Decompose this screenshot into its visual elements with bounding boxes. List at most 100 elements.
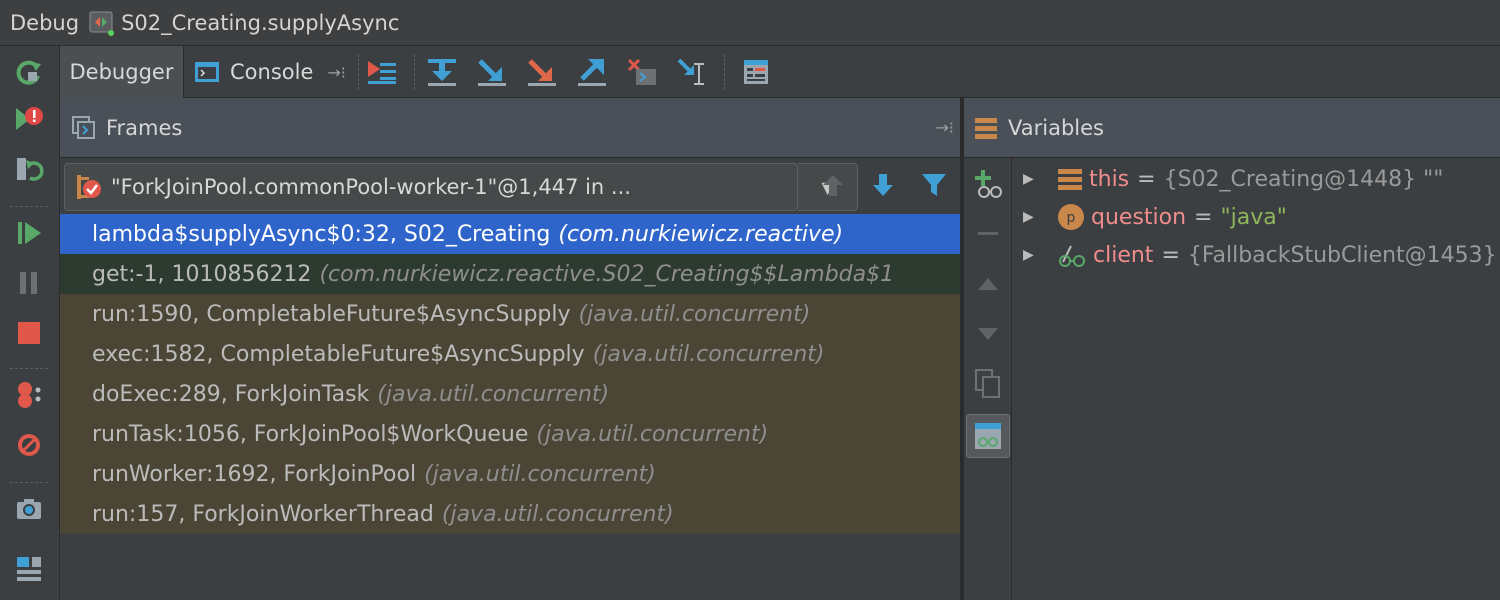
rerun-icon[interactable]	[12, 56, 46, 90]
frame-package: (java.util.concurrent)	[592, 341, 825, 367]
tab-label: Console	[230, 60, 314, 84]
frame-package: (java.util.concurrent)	[377, 381, 610, 407]
tab-debugger[interactable]: Debugger	[60, 46, 184, 98]
remove-watch-icon[interactable]	[970, 216, 1006, 252]
debug-label: Debug	[10, 10, 80, 35]
breakpoint-exception-icon[interactable]	[12, 102, 46, 136]
snapshot-icon[interactable]	[12, 492, 46, 526]
frame-location: runTask:1056, ForkJoinPool$WorkQueue	[92, 421, 529, 447]
sidebar-separator	[10, 482, 48, 483]
drop-frame-icon[interactable]	[626, 56, 658, 88]
view-breakpoints-icon[interactable]	[12, 378, 46, 412]
variable-value: "java"	[1220, 204, 1287, 230]
frame-row[interactable]: run:157, ForkJoinWorkerThread (java.util.…	[60, 494, 960, 534]
frames-title: Frames	[106, 115, 183, 140]
variable-row[interactable]: ▶ p question = "java"	[1013, 198, 1287, 236]
move-up-icon[interactable]	[970, 266, 1006, 302]
frame-package: (java.util.concurrent)	[536, 421, 769, 447]
frame-row[interactable]: run:1590, CompletableFuture$AsyncSupply (…	[60, 294, 960, 334]
variables-side-toolbar	[964, 158, 1012, 600]
frame-row[interactable]: lambda$supplyAsync$0:32, S02_Creating (co…	[60, 214, 960, 254]
variable-row[interactable]: ▶ client = {FallbackStubClient@1453}	[1013, 236, 1497, 274]
copy-icon[interactable]	[970, 366, 1006, 402]
expand-arrow-icon[interactable]: ▶	[1023, 171, 1035, 187]
stop-icon[interactable]	[12, 316, 46, 350]
thread-suspended-icon	[75, 173, 103, 201]
run-to-cursor-icon[interactable]	[676, 56, 708, 88]
console-icon	[194, 60, 220, 84]
frame-package: (java.util.concurrent)	[578, 301, 811, 327]
frame-row[interactable]: exec:1582, CompletableFuture$AsyncSupply…	[60, 334, 960, 374]
variable-row[interactable]: ▶ this = {S02_Creating@1448} ""	[1013, 160, 1443, 198]
show-watches-in-variables-icon[interactable]	[966, 414, 1010, 458]
variable-name: this	[1089, 166, 1130, 192]
variables-title: Variables	[1008, 115, 1104, 140]
frame-row[interactable]: runWorker:1692, ForkJoinPool (java.util.c…	[60, 454, 960, 494]
step-out-icon[interactable]	[576, 56, 608, 88]
variables-tree: ▶ this = {S02_Creating@1448} "" ▶ p question = "…	[1013, 158, 1500, 600]
resume-icon[interactable]	[12, 216, 46, 250]
variable-name: question	[1091, 204, 1187, 230]
debug-actions-sidebar	[0, 46, 60, 600]
previous-frame-icon[interactable]	[820, 172, 846, 198]
frame-row[interactable]: doExec:289, ForkJoinTask (java.util.concu…	[60, 374, 960, 414]
frame-package: (java.util.concurrent)	[441, 501, 674, 527]
variable-value: {S02_Creating@1448} ""	[1163, 166, 1444, 192]
frame-location: get:-1, 1010856212	[92, 261, 312, 287]
frames-empty-area	[60, 534, 960, 600]
frames-icon	[72, 115, 96, 140]
parameter-icon: p	[1057, 203, 1085, 231]
step-over-icon[interactable]	[426, 56, 458, 88]
frame-row[interactable]: get:-1, 1010856212 (com.nurkiewicz.reacti…	[60, 254, 960, 294]
toolbar-separator	[724, 54, 725, 90]
frame-package: (com.nurkiewicz.reactive.S02_Creating$$L…	[319, 261, 895, 287]
new-watch-icon[interactable]	[970, 166, 1006, 202]
frame-location: run:157, ForkJoinWorkerThread	[92, 501, 434, 527]
frame-location: lambda$supplyAsync$0:32, S02_Creating	[92, 221, 551, 247]
expand-arrow-icon[interactable]: ▶	[1023, 247, 1035, 263]
force-step-into-icon[interactable]	[526, 56, 558, 88]
layout-settings-icon[interactable]	[12, 552, 46, 586]
watch-icon	[1057, 242, 1087, 268]
run-config-name[interactable]: S02_Creating.supplyAsync	[121, 11, 399, 35]
sidebar-separator	[10, 206, 48, 207]
sidebar-separator	[10, 368, 48, 369]
variables-icon	[974, 116, 998, 140]
pin-icon[interactable]: →⁝	[327, 63, 346, 82]
variable-value: {FallbackStubClient@1453}	[1187, 242, 1497, 268]
frame-row[interactable]: runTask:1056, ForkJoinPool$WorkQueue (jav…	[60, 414, 960, 454]
equals-sign: =	[1137, 166, 1156, 192]
next-frame-icon[interactable]	[870, 172, 896, 198]
tab-label: Debugger	[69, 60, 174, 84]
show-execution-point-icon[interactable]	[366, 56, 398, 88]
tab-console[interactable]: Console →⁝	[194, 46, 354, 98]
thread-dropdown[interactable]: "ForkJoinPool.commonPool-worker-1"@1,447…	[64, 163, 798, 211]
evaluate-expression-icon[interactable]	[740, 56, 772, 88]
title-bar: Debug S02_Creating.supplyAsync	[0, 0, 1500, 46]
frame-location: run:1590, CompletableFuture$AsyncSupply	[92, 301, 571, 327]
thread-name: "ForkJoinPool.commonPool-worker-1"@1,447…	[111, 175, 631, 199]
frames-pin-icon[interactable]: →⁝	[936, 118, 955, 137]
toolbar-separator	[358, 54, 359, 90]
toolbar-separator	[414, 54, 415, 90]
frame-location: doExec:289, ForkJoinTask	[92, 381, 370, 407]
step-into-icon[interactable]	[476, 56, 508, 88]
svg-text:p: p	[1067, 210, 1076, 226]
expand-arrow-icon[interactable]: ▶	[1023, 209, 1035, 225]
frames-list: lambda$supplyAsync$0:32, S02_Creating (co…	[60, 214, 960, 534]
frame-package: (com.nurkiewicz.reactive)	[558, 221, 844, 247]
filter-frames-icon[interactable]	[920, 172, 948, 198]
frame-location: exec:1582, CompletableFuture$AsyncSupply	[92, 341, 585, 367]
thread-selector-row: "ForkJoinPool.commonPool-worker-1"@1,447…	[60, 158, 960, 214]
mute-breakpoints-icon[interactable]	[12, 428, 46, 462]
frame-package: (java.util.concurrent)	[424, 461, 656, 487]
pause-icon[interactable]	[12, 266, 46, 300]
restore-layout-icon[interactable]	[12, 152, 46, 186]
variable-name: client	[1093, 242, 1154, 268]
debug-toolbar: Debugger Console →⁝	[60, 46, 1500, 98]
frames-panel-header: Frames →⁝	[60, 98, 960, 158]
debug-config-icon	[89, 10, 115, 36]
move-down-icon[interactable]	[970, 316, 1006, 352]
equals-sign: =	[1194, 204, 1213, 230]
equals-sign: =	[1161, 242, 1180, 268]
